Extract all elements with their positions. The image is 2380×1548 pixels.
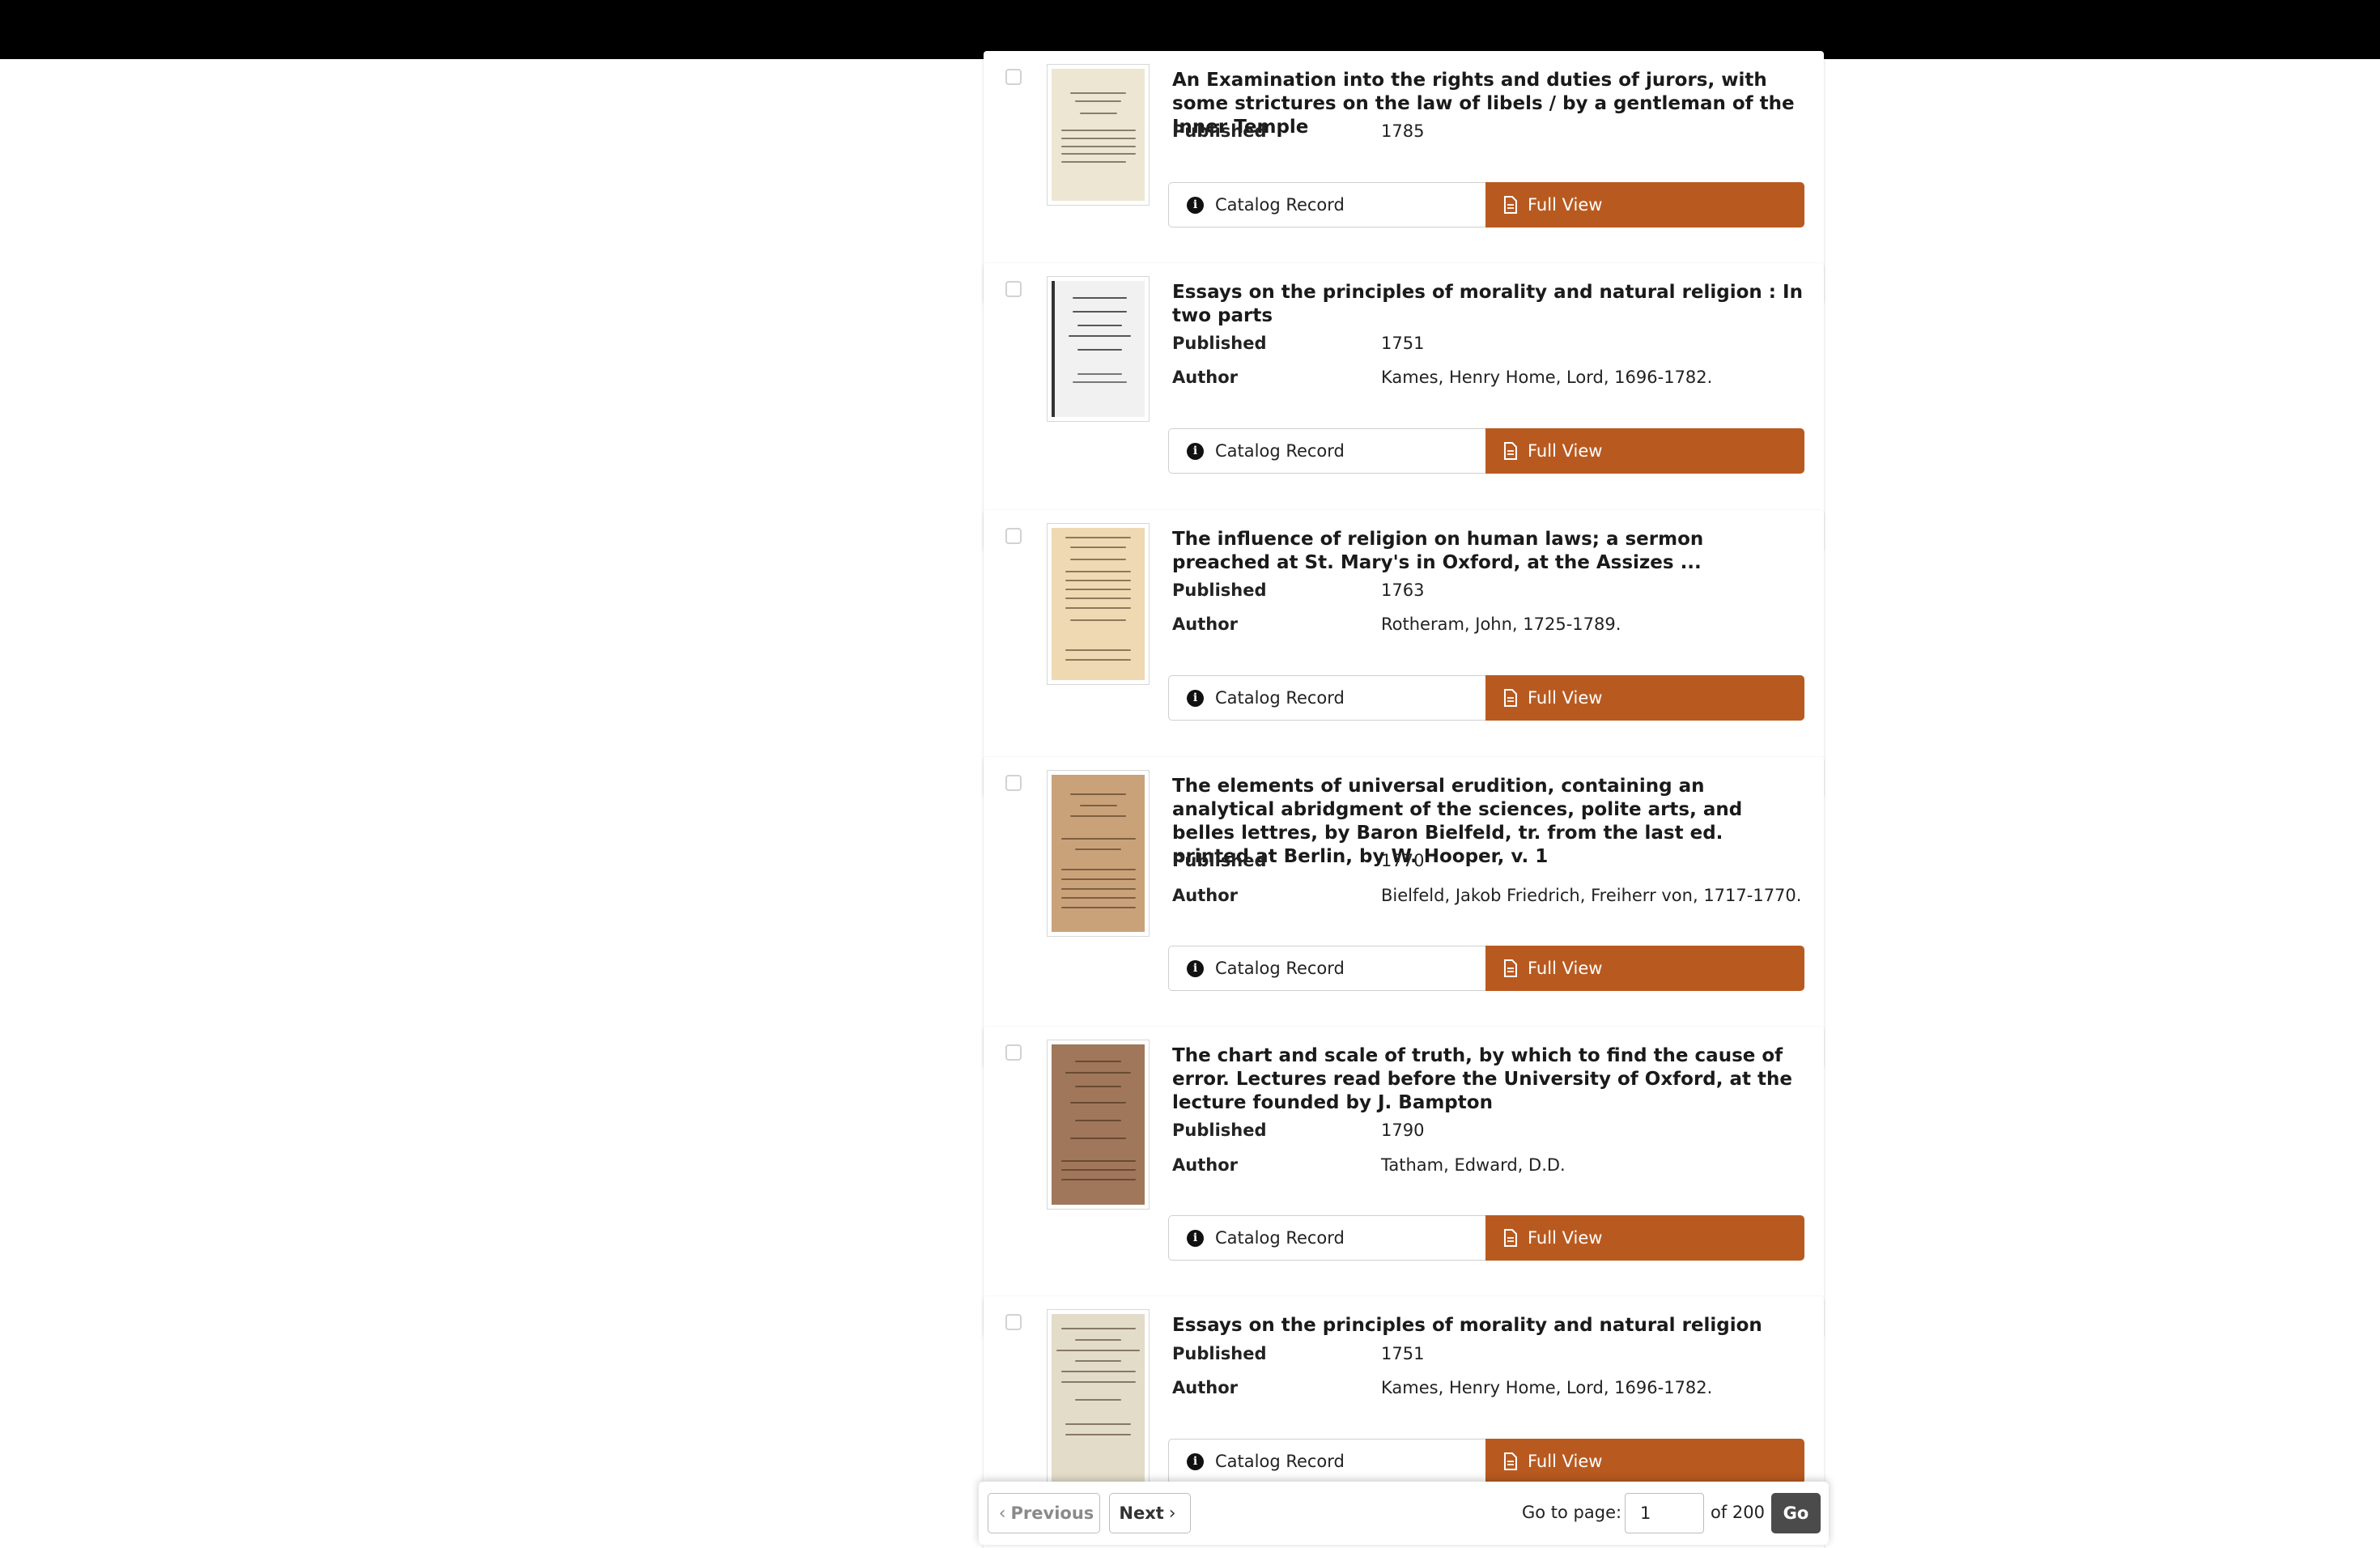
goto-page-label: Go to page:: [1522, 1503, 1622, 1522]
author-label: Author: [1172, 1155, 1238, 1175]
pagination-bar: ‹ Previous Next › Go to page: of 200 Go: [979, 1482, 1829, 1545]
document-icon: [1504, 1229, 1517, 1247]
info-circle-icon: i: [1187, 1229, 1204, 1247]
full-view-label: Full View: [1528, 441, 1603, 461]
catalog-record-button[interactable]: i Catalog Record: [1168, 1215, 1487, 1261]
full-view-button[interactable]: Full View: [1485, 1439, 1804, 1484]
catalog-record-button[interactable]: i Catalog Record: [1168, 428, 1487, 474]
document-icon: [1504, 1452, 1517, 1470]
author-label: Author: [1172, 886, 1238, 905]
full-view-label: Full View: [1528, 959, 1603, 978]
select-checkbox[interactable]: [1005, 1044, 1022, 1061]
published-value: 1785: [1381, 121, 1425, 141]
previous-button[interactable]: ‹ Previous: [988, 1493, 1100, 1533]
author-label: Author: [1172, 615, 1238, 634]
full-view-button[interactable]: Full View: [1485, 428, 1804, 474]
document-icon: [1504, 959, 1517, 977]
full-view-label: Full View: [1528, 195, 1603, 215]
total-pages-label: of 200: [1711, 1503, 1765, 1522]
full-view-button[interactable]: Full View: [1485, 1215, 1804, 1261]
published-label: Published: [1172, 851, 1267, 870]
document-icon: [1504, 442, 1517, 460]
full-view-label: Full View: [1528, 1228, 1603, 1248]
chevron-right-icon: ›: [1168, 1503, 1176, 1524]
result-title[interactable]: Essays on the principles of morality and…: [1172, 281, 1804, 328]
info-circle-icon: i: [1187, 689, 1204, 707]
previous-label: Previous: [1010, 1503, 1094, 1523]
author-label: Author: [1172, 1378, 1238, 1397]
published-value: 1790: [1381, 1121, 1425, 1140]
result-actions: i Catalog Record Full View: [1168, 1439, 1804, 1484]
catalog-record-label: Catalog Record: [1215, 688, 1345, 708]
catalog-record-label: Catalog Record: [1215, 959, 1345, 978]
cover-thumbnail[interactable]: [1047, 1309, 1150, 1495]
result-title[interactable]: The chart and scale of truth, by which t…: [1172, 1044, 1804, 1115]
result-actions: i Catalog Record Full View: [1168, 428, 1804, 474]
catalog-record-button[interactable]: i Catalog Record: [1168, 946, 1487, 991]
next-button[interactable]: Next ›: [1109, 1493, 1191, 1533]
select-checkbox[interactable]: [1005, 281, 1022, 297]
published-value: 1763: [1381, 580, 1425, 600]
cover-thumbnail[interactable]: [1047, 276, 1150, 422]
result-card: The elements of universal erudition, con…: [984, 757, 1824, 1067]
catalog-record-label: Catalog Record: [1215, 1228, 1345, 1248]
author-value: Kames, Henry Home, Lord, 1696-1782.: [1381, 1378, 1713, 1397]
page-number-input[interactable]: [1625, 1493, 1704, 1533]
author-value: Kames, Henry Home, Lord, 1696-1782.: [1381, 368, 1713, 387]
result-actions: i Catalog Record Full View: [1168, 1215, 1804, 1261]
go-button[interactable]: Go: [1771, 1493, 1821, 1533]
published-label: Published: [1172, 580, 1267, 600]
next-label: Next: [1119, 1503, 1164, 1523]
full-view-label: Full View: [1528, 688, 1603, 708]
catalog-record-button[interactable]: i Catalog Record: [1168, 182, 1487, 228]
result-card: Essays on the principles of morality and…: [984, 263, 1824, 551]
catalog-record-button[interactable]: i Catalog Record: [1168, 1439, 1487, 1484]
result-actions: i Catalog Record Full View: [1168, 946, 1804, 991]
select-checkbox[interactable]: [1005, 69, 1022, 85]
result-actions: i Catalog Record Full View: [1168, 182, 1804, 228]
result-card: The chart and scale of truth, by which t…: [984, 1027, 1824, 1337]
full-view-button[interactable]: Full View: [1485, 946, 1804, 991]
result-title[interactable]: The influence of religion on human laws;…: [1172, 528, 1804, 575]
published-label: Published: [1172, 334, 1267, 353]
author-value: Bielfeld, Jakob Friedrich, Freiherr von,…: [1381, 886, 1802, 905]
select-checkbox[interactable]: [1005, 528, 1022, 544]
published-value: 1751: [1381, 1344, 1425, 1363]
info-circle-icon: i: [1187, 1452, 1204, 1470]
result-title[interactable]: Essays on the principles of morality and…: [1172, 1314, 1804, 1337]
catalog-record-label: Catalog Record: [1215, 1452, 1345, 1471]
document-icon: [1504, 196, 1517, 214]
info-circle-icon: i: [1187, 196, 1204, 214]
document-icon: [1504, 689, 1517, 707]
full-view-label: Full View: [1528, 1452, 1603, 1471]
info-circle-icon: i: [1187, 442, 1204, 460]
chevron-left-icon: ‹: [998, 1503, 1006, 1524]
published-label: Published: [1172, 1344, 1267, 1363]
author-value: Tatham, Edward, D.D.: [1381, 1155, 1566, 1175]
full-view-button[interactable]: Full View: [1485, 182, 1804, 228]
catalog-record-label: Catalog Record: [1215, 195, 1345, 215]
published-label: Published: [1172, 121, 1267, 141]
result-card: The influence of religion on human laws;…: [984, 510, 1824, 797]
catalog-record-label: Catalog Record: [1215, 441, 1345, 461]
cover-thumbnail[interactable]: [1047, 64, 1150, 206]
published-value: 1770: [1381, 851, 1425, 870]
author-label: Author: [1172, 368, 1238, 387]
full-view-button[interactable]: Full View: [1485, 675, 1804, 721]
select-checkbox[interactable]: [1005, 1314, 1022, 1330]
cover-thumbnail[interactable]: [1047, 770, 1150, 937]
catalog-record-button[interactable]: i Catalog Record: [1168, 675, 1487, 721]
cover-thumbnail[interactable]: [1047, 523, 1150, 685]
info-circle-icon: i: [1187, 959, 1204, 977]
result-actions: i Catalog Record Full View: [1168, 675, 1804, 721]
cover-thumbnail[interactable]: [1047, 1040, 1150, 1210]
author-value: Rotheram, John, 1725-1789.: [1381, 615, 1621, 634]
published-label: Published: [1172, 1121, 1267, 1140]
select-checkbox[interactable]: [1005, 775, 1022, 791]
published-value: 1751: [1381, 334, 1425, 353]
